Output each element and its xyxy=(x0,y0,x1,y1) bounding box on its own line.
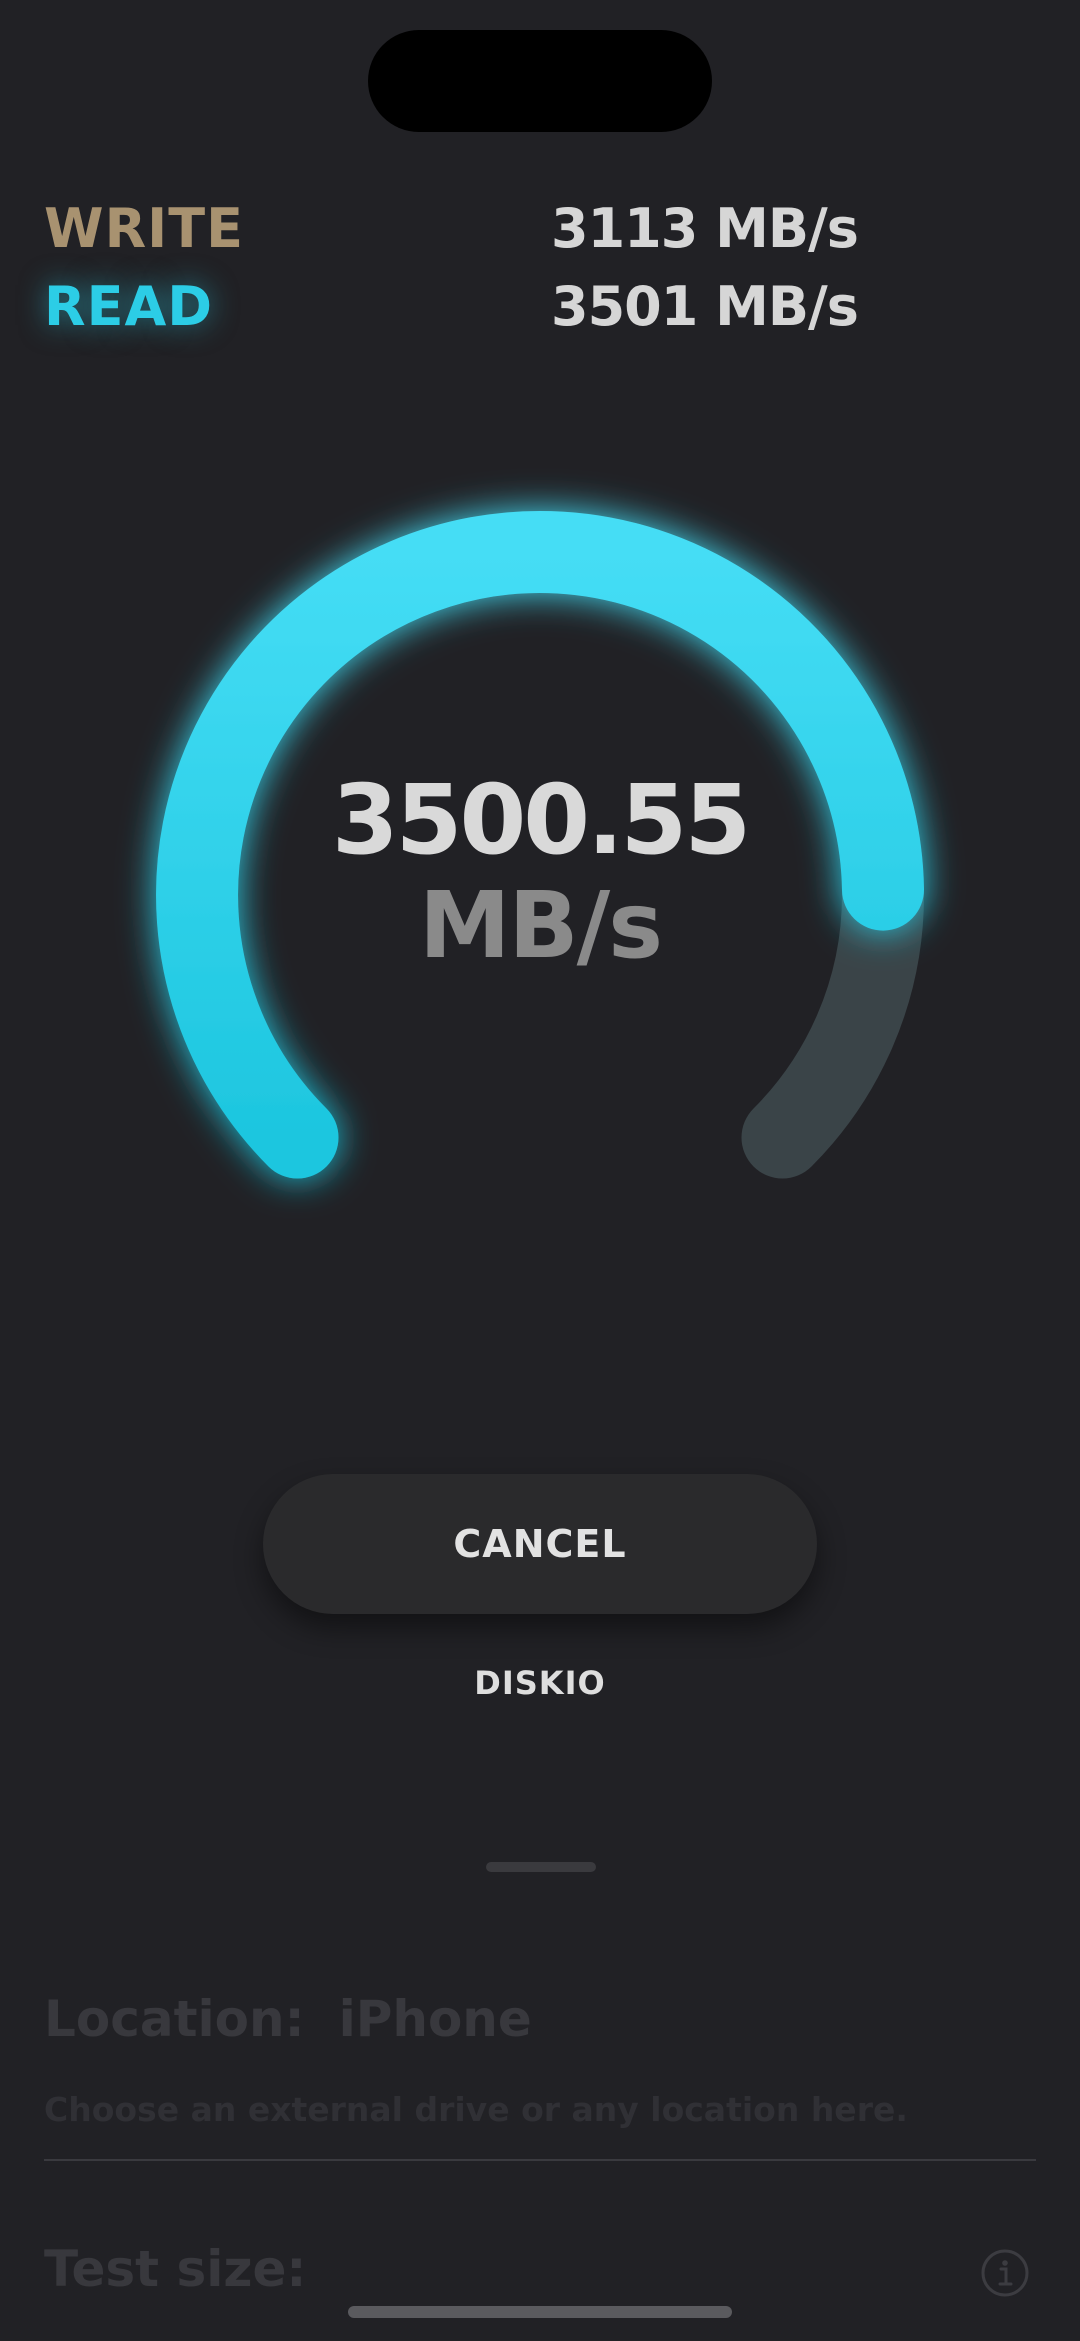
location-hint: Choose an external drive or any location… xyxy=(44,2090,908,2129)
dynamic-island xyxy=(368,30,712,132)
divider xyxy=(44,2159,1036,2161)
current-speed-value: 3500.55 xyxy=(331,764,751,876)
write-speed-value: 3113 MB/s xyxy=(551,197,859,260)
info-icon[interactable] xyxy=(980,2248,1030,2298)
current-speed-unit: MB/s xyxy=(418,872,663,979)
write-label: WRITE xyxy=(44,197,244,260)
location-value: iPhone xyxy=(338,1990,532,2048)
home-indicator xyxy=(348,2306,732,2318)
location-row[interactable]: Location: iPhone xyxy=(44,1990,532,2048)
test-size-label: Test size: xyxy=(44,2240,307,2298)
location-label: Location: xyxy=(44,1990,305,2048)
sheet-grabber[interactable] xyxy=(486,1862,596,1872)
read-speed-value: 3501 MB/s xyxy=(551,275,859,338)
read-label: READ xyxy=(44,275,214,338)
brand-label: DISKIO xyxy=(474,1664,606,1702)
cancel-button[interactable]: CANCEL xyxy=(263,1474,817,1614)
